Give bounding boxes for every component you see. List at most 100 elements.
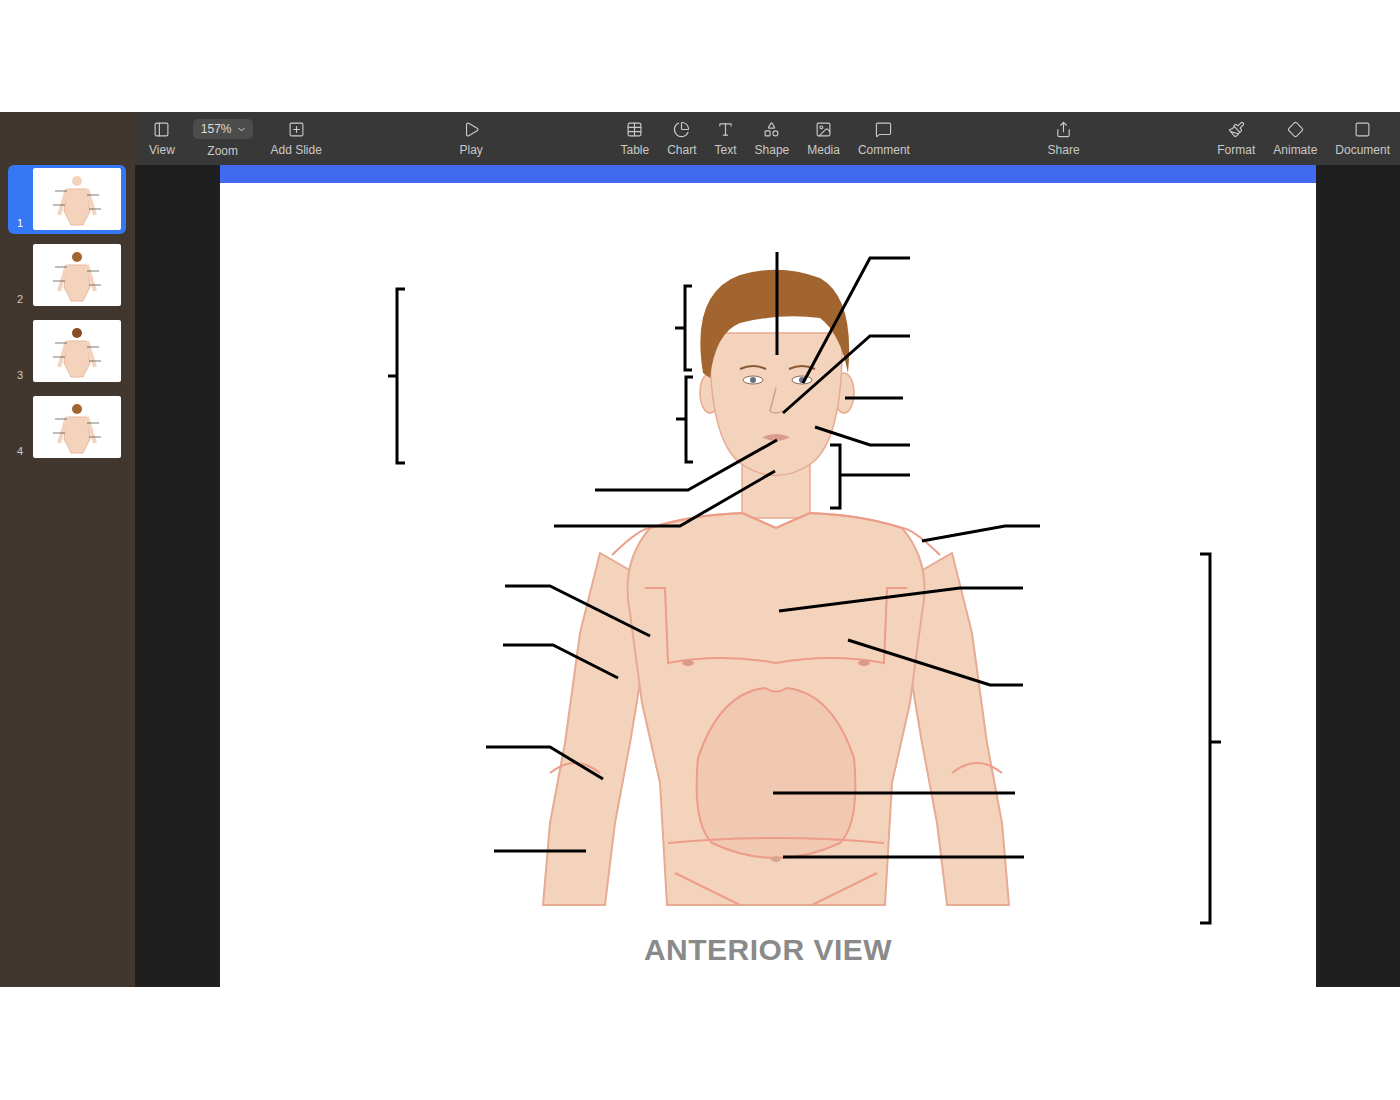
toolbar-label: Chart	[667, 143, 696, 157]
toolbar-group: Format Animate Document	[1215, 121, 1392, 157]
leader-line	[922, 526, 1040, 541]
leader-line	[840, 474, 910, 477]
slide-number: 3	[12, 368, 28, 382]
toolbar-icon	[288, 121, 305, 138]
leader-line	[815, 427, 910, 445]
toolbar-button[interactable]: Media	[805, 121, 842, 157]
toolbar-icon	[673, 121, 690, 138]
toolbar-button[interactable]: 157% Zoom	[191, 119, 255, 158]
toolbar-button[interactable]: Comment	[856, 121, 912, 157]
toolbar-button[interactable]: Add Slide	[269, 121, 324, 157]
leader-line	[783, 336, 910, 413]
toolbar-button[interactable]: Share	[1046, 121, 1082, 157]
toolbar-label: Share	[1048, 143, 1080, 157]
toolbar-icon	[717, 121, 734, 138]
toolbar-label: Animate	[1273, 143, 1317, 157]
slide-thumbnail[interactable]: 3	[8, 317, 126, 386]
toolbar-group: View 157% Zoom Add Slide	[147, 119, 324, 158]
toolbar-icon	[626, 121, 643, 138]
slide-thumbnail[interactable]: 4	[8, 393, 126, 462]
toolbar-icon	[1354, 121, 1371, 138]
toolbar-label: Document	[1335, 143, 1390, 157]
toolbar-icon	[763, 121, 780, 138]
toolbar-button[interactable]: Table	[619, 121, 652, 157]
leader-line	[773, 792, 1015, 795]
top-margin	[0, 0, 1400, 112]
toolbar-label: View	[149, 143, 175, 157]
main-area: View 157% Zoom Add Slide Play Table Chart Text S…	[135, 112, 1400, 987]
leader-line	[803, 258, 910, 383]
leader-line	[503, 645, 618, 678]
leader-line	[848, 640, 1023, 685]
toolbar-label: Format	[1217, 143, 1255, 157]
leader-line	[676, 418, 686, 421]
chevron-down-icon	[236, 124, 247, 135]
slide-number: 2	[12, 292, 28, 306]
thumbnail-card	[33, 320, 121, 382]
slide-thumbnail[interactable]: 2	[8, 241, 126, 310]
zoom-value: 157%	[201, 122, 232, 136]
toolbar-button[interactable]: Shape	[753, 121, 792, 157]
toolbar-group: Table Chart Text Shape Media Comment	[619, 121, 912, 157]
leader-line	[397, 289, 405, 463]
leader-line	[1200, 554, 1210, 923]
toolbar-label: Shape	[755, 143, 790, 157]
toolbar-icon	[1287, 121, 1304, 138]
toolbar-label: Play	[460, 143, 483, 157]
thumbnail-card	[33, 168, 121, 230]
slide-thumbnail[interactable]: 1	[8, 165, 126, 234]
leader-line	[505, 586, 650, 636]
anatomy-diagram	[220, 183, 1316, 928]
anatomy-figure	[543, 270, 1009, 905]
leader-line	[486, 747, 603, 779]
slide-thumbnail-icon	[47, 247, 107, 303]
toolbar-icon	[463, 121, 480, 138]
toolbar-label: Add Slide	[271, 143, 322, 157]
toolbar-icon	[875, 121, 892, 138]
toolbar: View 157% Zoom Add Slide Play Table Chart Text S…	[135, 112, 1400, 165]
leader-line	[776, 252, 779, 355]
slide-canvas: ANTERIOR VIEW	[135, 165, 1400, 987]
leader-line	[845, 397, 903, 400]
keynote-window: 1234View157%ZoomAdd SlidePlayTableChartT…	[0, 112, 1400, 987]
leader-line	[830, 445, 840, 508]
leader-line	[388, 375, 397, 378]
toolbar-button[interactable]: Play	[458, 121, 485, 157]
slide-title[interactable]: ANTERIOR VIEW	[220, 932, 1316, 968]
slide-navigator: 1 2 3 4	[0, 112, 135, 987]
toolbar-button[interactable]: Text	[713, 121, 739, 157]
thumbnail-card	[33, 396, 121, 458]
leader-line	[685, 286, 692, 370]
toolbar-group: Share	[1046, 121, 1082, 157]
toolbar-group: Play	[458, 121, 485, 157]
toolbar-label: Zoom	[207, 144, 238, 158]
zoom-select[interactable]: 157%	[193, 119, 253, 139]
slide-thumbnail-icon	[47, 171, 107, 227]
toolbar-label: Comment	[858, 143, 910, 157]
toolbar-icon	[1055, 121, 1072, 138]
leader-line	[779, 588, 1023, 611]
slide[interactable]: ANTERIOR VIEW	[220, 165, 1316, 987]
toolbar-button[interactable]: Animate	[1271, 121, 1319, 157]
toolbar-button[interactable]: Document	[1333, 121, 1392, 157]
slide-number: 1	[12, 216, 28, 230]
leader-line	[494, 850, 586, 853]
thumbnail-card	[33, 244, 121, 306]
toolbar-button[interactable]: View	[147, 121, 177, 157]
label-leaders	[388, 252, 1221, 923]
leader-line	[783, 856, 1024, 859]
toolbar-icon	[815, 121, 832, 138]
bottom-margin	[0, 987, 1400, 1100]
toolbar-label: Media	[807, 143, 840, 157]
screen: 1234View157%ZoomAdd SlidePlayTableChartT…	[0, 0, 1400, 1100]
toolbar-button[interactable]: Chart	[665, 121, 698, 157]
leader-line	[675, 327, 685, 330]
slide-thumbnail-icon	[47, 323, 107, 379]
leader-line	[554, 471, 775, 526]
toolbar-icon	[153, 121, 170, 138]
toolbar-label: Table	[621, 143, 650, 157]
slide-number: 4	[12, 444, 28, 458]
slide-header-bar	[220, 165, 1316, 183]
leader-line	[1210, 741, 1221, 744]
toolbar-button[interactable]: Format	[1215, 121, 1257, 157]
